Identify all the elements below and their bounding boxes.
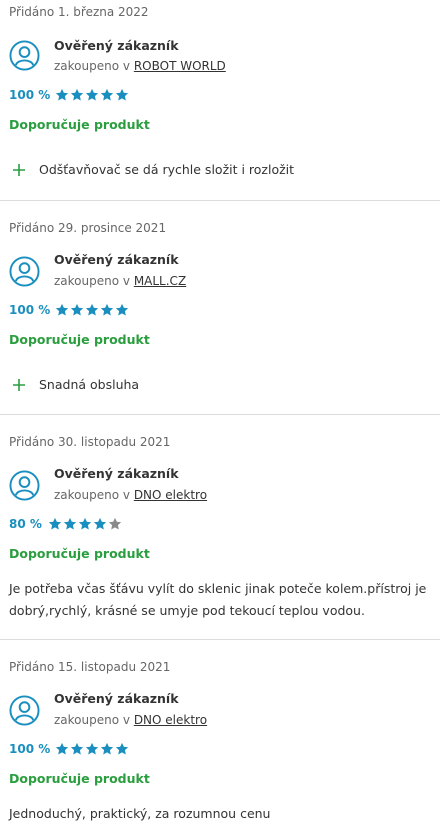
rating-percent: 80 % xyxy=(9,517,42,531)
pro-item: Odšťavňovač se dá rychle složit i rozlož… xyxy=(12,162,294,177)
star-filled-icon xyxy=(48,517,62,530)
review-date: Přidáno 30. listopadu 2021 xyxy=(9,435,171,449)
star-filled-icon xyxy=(70,88,84,101)
star-filled-icon xyxy=(70,303,84,316)
star-filled-icon xyxy=(100,303,114,316)
review-author: Ověřený zákazník xyxy=(54,38,179,53)
review-item: Přidáno 30. listopadu 2021 Ověřený zákaz… xyxy=(0,415,440,640)
star-filled-icon xyxy=(78,517,92,530)
user-avatar-icon xyxy=(9,40,40,71)
rating: 100 % xyxy=(9,742,129,756)
review-author: Ověřený zákazník xyxy=(54,691,179,706)
review-text: Je potřeba včas šťávu vylít do sklenic j… xyxy=(9,581,427,618)
purchase-prefix: zakoupeno v xyxy=(54,59,134,73)
review-text: Jednoduchý, praktický, za rozumnou cenu xyxy=(9,806,271,821)
review-item: Přidáno 1. března 2022 Ověřený zákazník … xyxy=(0,0,440,201)
shop-link[interactable]: ROBOT WORLD xyxy=(134,59,226,73)
star-filled-icon xyxy=(85,742,99,755)
rating-stars xyxy=(55,303,129,317)
star-filled-icon xyxy=(115,303,129,316)
star-filled-icon xyxy=(85,303,99,316)
star-filled-icon xyxy=(115,742,129,755)
user-avatar-icon xyxy=(9,470,40,501)
review-date: Přidáno 1. března 2022 xyxy=(9,5,149,19)
rating: 100 % xyxy=(9,303,129,317)
purchase-source: zakoupeno v MALL.CZ xyxy=(54,274,186,288)
pro-item: Snadná obsluha xyxy=(12,377,139,392)
recommend-label: Doporučuje produkt xyxy=(9,117,150,132)
shop-link[interactable]: MALL.CZ xyxy=(134,274,186,288)
review-item: Přidáno 15. listopadu 2021 Ověřený zákaz… xyxy=(0,640,440,830)
pro-text: Odšťavňovač se dá rychle složit i rozlož… xyxy=(39,162,295,177)
recommend-label: Doporučuje produkt xyxy=(9,546,150,561)
star-filled-icon xyxy=(55,742,69,755)
review-date: Přidáno 15. listopadu 2021 xyxy=(9,660,171,674)
star-empty-icon xyxy=(108,517,122,530)
star-filled-icon xyxy=(85,88,99,101)
rating-percent: 100 % xyxy=(9,88,51,102)
user-avatar-icon xyxy=(9,256,40,287)
star-filled-icon xyxy=(100,742,114,755)
star-filled-icon xyxy=(93,517,107,530)
recommend-label: Doporučuje produkt xyxy=(9,771,150,786)
rating: 80 % xyxy=(9,517,122,531)
star-filled-icon xyxy=(55,88,69,101)
purchase-prefix: zakoupeno v xyxy=(54,713,134,727)
recommend-label: Doporučuje produkt xyxy=(9,332,150,347)
purchase-prefix: zakoupeno v xyxy=(54,488,134,502)
review-item: Přidáno 29. prosince 2021 Ověřený zákazn… xyxy=(0,201,440,415)
review-author: Ověřený zákazník xyxy=(54,466,179,481)
review-date: Přidáno 29. prosince 2021 xyxy=(9,221,167,235)
purchase-source: zakoupeno v DNO elektro xyxy=(54,488,207,502)
star-filled-icon xyxy=(115,88,129,101)
pro-text: Snadná obsluha xyxy=(39,377,140,392)
star-filled-icon xyxy=(55,303,69,316)
review-author: Ověřený zákazník xyxy=(54,252,179,267)
plus-icon xyxy=(13,163,25,176)
rating: 100 % xyxy=(9,88,129,102)
star-filled-icon xyxy=(63,517,77,530)
star-filled-icon xyxy=(70,742,84,755)
purchase-prefix: zakoupeno v xyxy=(54,274,134,288)
star-filled-icon xyxy=(100,88,114,101)
rating-stars xyxy=(55,742,129,756)
shop-link[interactable]: DNO elektro xyxy=(134,488,207,502)
rating-stars xyxy=(48,517,122,531)
shop-link[interactable]: DNO elektro xyxy=(134,713,207,727)
plus-icon xyxy=(13,378,25,391)
purchase-source: zakoupeno v ROBOT WORLD xyxy=(54,59,226,73)
user-avatar-icon xyxy=(9,695,40,726)
rating-percent: 100 % xyxy=(9,742,51,756)
purchase-source: zakoupeno v DNO elektro xyxy=(54,713,207,727)
rating-percent: 100 % xyxy=(9,303,51,317)
rating-stars xyxy=(55,88,129,102)
